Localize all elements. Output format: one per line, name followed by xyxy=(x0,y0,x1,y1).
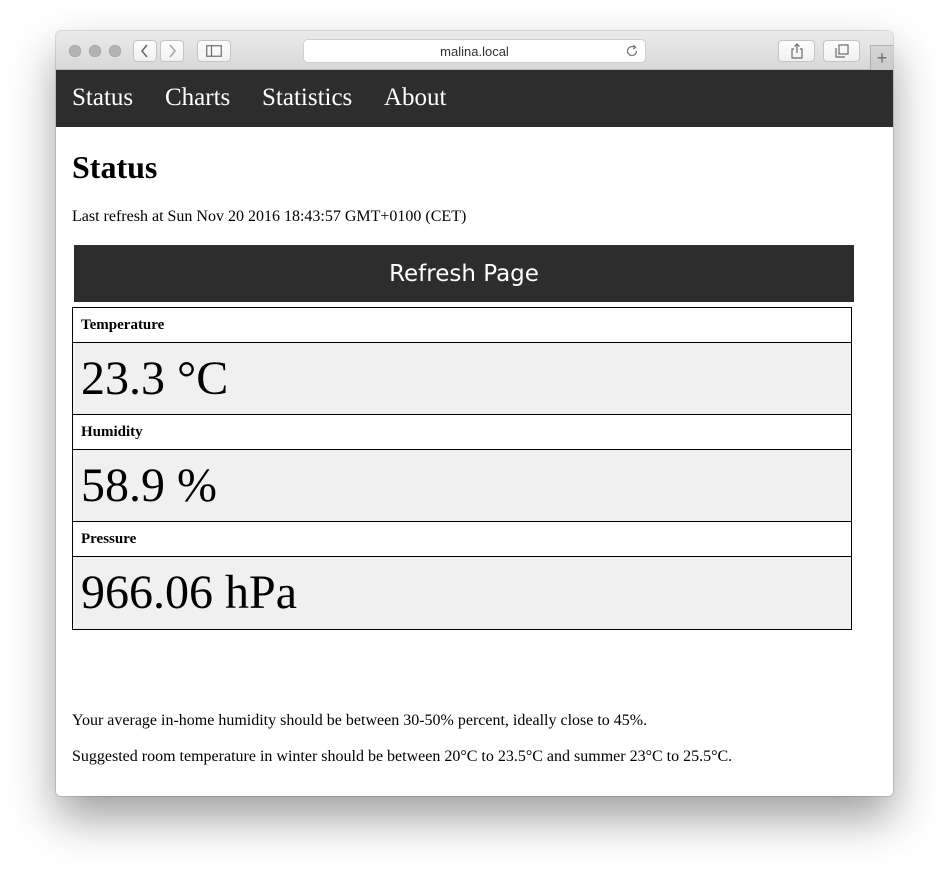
temperature-value: 23.3 °C xyxy=(73,343,851,415)
share-icon xyxy=(790,43,804,59)
pressure-value: 966.06 hPa xyxy=(73,557,851,629)
new-tab-button[interactable]: + xyxy=(870,45,893,70)
plus-icon: + xyxy=(876,48,888,68)
humidity-label: Humidity xyxy=(73,415,851,450)
address-text: malina.local xyxy=(440,43,509,59)
share-button[interactable] xyxy=(778,40,815,62)
browser-window: malina.local + Status Charts Statistics … xyxy=(56,31,893,796)
zoom-window-button[interactable] xyxy=(109,45,121,57)
address-bar[interactable]: malina.local xyxy=(303,39,646,63)
page-content: Status Charts Statistics About Status La… xyxy=(56,70,893,796)
nav-link-about[interactable]: About xyxy=(384,83,447,113)
forward-button[interactable] xyxy=(160,40,184,62)
tabs-overview-button[interactable] xyxy=(823,40,860,62)
chevron-left-icon xyxy=(140,44,150,58)
close-window-button[interactable] xyxy=(69,45,81,57)
humidity-advice-text: Your average in-home humidity should be … xyxy=(72,712,648,729)
tabs-overview-icon xyxy=(834,44,849,58)
page-title: Status xyxy=(72,149,158,185)
pressure-label: Pressure xyxy=(73,522,851,557)
temperature-advice-text: Suggested room temperature in winter sho… xyxy=(72,748,733,765)
temperature-label: Temperature xyxy=(73,308,851,343)
nav-link-statistics[interactable]: Statistics xyxy=(262,83,352,113)
last-refresh-text: Last refresh at Sun Nov 20 2016 18:43:57… xyxy=(72,208,467,225)
nav-link-charts[interactable]: Charts xyxy=(165,83,230,113)
chevron-right-icon xyxy=(167,44,177,58)
readings-table: Temperature 23.3 °C Humidity 58.9 % Pres… xyxy=(72,307,852,630)
browser-toolbar: malina.local + xyxy=(56,31,893,70)
nav-link-status[interactable]: Status xyxy=(72,83,133,113)
top-navbar: Status Charts Statistics About xyxy=(56,70,893,127)
back-button[interactable] xyxy=(133,40,157,62)
minimize-window-button[interactable] xyxy=(89,45,101,57)
sidebar-button[interactable] xyxy=(197,40,231,62)
reload-icon[interactable] xyxy=(625,44,639,61)
sidebar-icon xyxy=(206,45,222,57)
refresh-page-button[interactable]: Refresh Page xyxy=(74,245,854,302)
humidity-value: 58.9 % xyxy=(73,450,851,522)
